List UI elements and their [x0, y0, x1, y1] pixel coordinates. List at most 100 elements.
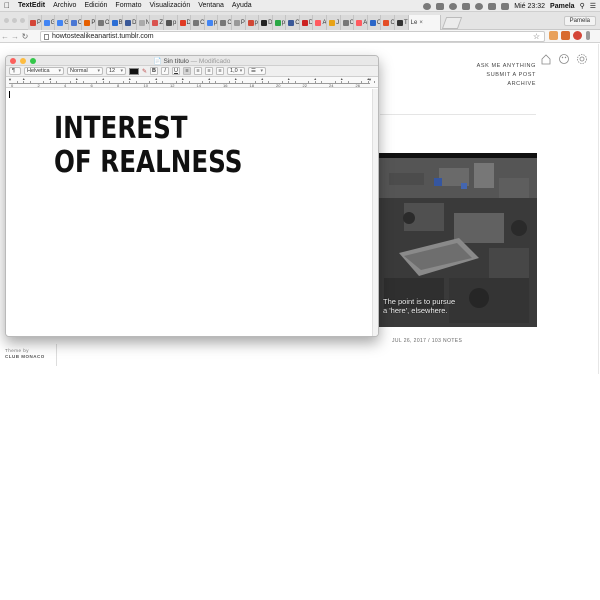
tab-stop-marker-icon[interactable]: ▲: [287, 77, 290, 81]
align-right-icon[interactable]: ≡: [205, 67, 214, 75]
tab-stop-marker-icon[interactable]: ▲: [367, 77, 370, 81]
reload-icon[interactable]: ↻: [20, 32, 30, 41]
palette-icon[interactable]: [558, 53, 570, 65]
font-family-select[interactable]: Helvetica ▾: [24, 67, 64, 75]
browser-tab[interactable]: C: [367, 15, 382, 30]
tab-stop-marker-icon[interactable]: ▲: [314, 77, 317, 81]
creative-cloud-icon[interactable]: [423, 2, 432, 10]
line-spacing-select[interactable]: 1,0 ▾: [227, 67, 246, 75]
browser-tab[interactable]: D: [177, 15, 192, 30]
browser-tab[interactable]: Z: [150, 15, 164, 30]
tab-close-icon[interactable]: ×: [419, 20, 423, 26]
extension-icon-1[interactable]: [549, 31, 558, 40]
document-scrollbar[interactable]: [372, 89, 378, 336]
menubar-user[interactable]: Pamela: [550, 3, 575, 10]
new-tab-button[interactable]: [441, 17, 462, 29]
align-justify-icon[interactable]: ≡: [216, 67, 225, 75]
browser-tab[interactable]: D: [123, 15, 137, 30]
align-left-icon[interactable]: ≡: [183, 67, 192, 75]
browser-tab[interactable]: C: [218, 15, 232, 30]
tab-stop-marker-icon[interactable]: ▲: [234, 77, 237, 81]
time-machine-icon[interactable]: [449, 2, 458, 10]
menu-archivo[interactable]: Archivo: [49, 2, 80, 9]
tab-stop-marker-icon[interactable]: ▲: [208, 77, 211, 81]
browser-tab[interactable]: J: [327, 15, 341, 30]
browser-tab[interactable]: p: [245, 15, 260, 30]
menu-ayuda[interactable]: Ayuda: [228, 2, 256, 9]
font-style-select[interactable]: Normal ▾: [67, 67, 103, 75]
bluetooth-icon[interactable]: [462, 2, 471, 10]
browser-tab[interactable]: G: [41, 15, 56, 30]
chrome-menu-icon[interactable]: [586, 31, 590, 40]
nav-archive[interactable]: ARCHIVE: [477, 80, 536, 89]
profile-button[interactable]: Pamela: [563, 16, 596, 26]
bookmark-star-icon[interactable]: ☆: [533, 32, 540, 41]
browser-tab[interactable]: C: [286, 15, 300, 30]
menu-edicion[interactable]: Edición: [80, 2, 111, 9]
menu-visualizacion[interactable]: Visualización: [145, 2, 194, 9]
browser-tab[interactable]: C: [340, 15, 355, 30]
video-post[interactable]: The point is to pursue a 'here', elsewhe…: [379, 153, 537, 327]
browser-tab[interactable]: C: [191, 15, 205, 30]
zoom-window-icon[interactable]: [20, 18, 25, 23]
battery-icon[interactable]: [501, 2, 510, 10]
spotlight-icon[interactable]: ⚲: [580, 2, 585, 10]
tab-stop-marker-icon[interactable]: ▲: [181, 77, 184, 81]
browser-tab[interactable]: A: [313, 15, 328, 30]
menubar-clock[interactable]: Mié 23:32: [514, 3, 545, 10]
tab-stop-marker-icon[interactable]: ▲: [102, 77, 105, 81]
home-icon[interactable]: [540, 53, 552, 65]
close-window-icon[interactable]: [4, 18, 9, 23]
minimize-window-icon[interactable]: [12, 18, 17, 23]
forward-icon[interactable]: →: [10, 32, 20, 41]
nav-submit-a-post[interactable]: SUBMIT A POST: [477, 71, 536, 80]
paragraph-style-select[interactable]: ¶: [9, 67, 21, 75]
browser-tab[interactable]: T: [395, 15, 409, 30]
nav-ask-me-anything[interactable]: ASK ME ANYTHING: [477, 62, 536, 71]
address-bar[interactable]: howtostealikeanartist.tumblr.com ☆: [40, 31, 545, 42]
highlight-color-icon[interactable]: ✎: [142, 68, 147, 75]
tab-stop-marker-icon[interactable]: ▲: [22, 77, 25, 81]
tab-stop-marker-icon[interactable]: ▲: [128, 77, 131, 81]
footer-brand[interactable]: Theme by CLUB MONACO: [5, 348, 45, 360]
back-icon[interactable]: ←: [0, 32, 10, 41]
browser-tab[interactable]: D: [299, 15, 314, 30]
tab-stop-marker-icon[interactable]: ▲: [49, 77, 52, 81]
browser-tab[interactable]: B: [109, 15, 124, 30]
browser-tab[interactable]: C: [381, 15, 396, 30]
tab-stop-marker-icon[interactable]: ▲: [261, 77, 264, 81]
browser-tab[interactable]: P: [82, 15, 96, 30]
tab-stop-marker-icon[interactable]: ▲: [155, 77, 158, 81]
dropbox-icon[interactable]: [436, 2, 445, 10]
menu-app-name[interactable]: TextEdit: [14, 2, 49, 9]
browser-tab-active[interactable]: Le ×: [408, 15, 441, 30]
font-size-select[interactable]: 12 ▾: [106, 67, 126, 75]
browser-tab[interactable]: Nuev: [136, 15, 151, 30]
textedit-titlebar[interactable]: 📄 Sin título — Modificado: [6, 56, 378, 66]
ruler[interactable]: ▼ ▼ 0 2 4 6 8 10 12 14 16 18 20 22 24 26 ▲ ▲ ▲ ▲ ▲ ▲ ▲ ▲ ▲ ▲ ▲ ▲ ▲…: [6, 77, 378, 88]
notification-center-icon[interactable]: ☰: [590, 2, 596, 10]
tab-stop-marker-icon[interactable]: ▲: [75, 77, 78, 81]
browser-tab[interactable]: P: [28, 15, 42, 30]
browser-tab[interactable]: C: [68, 15, 83, 30]
browser-tab[interactable]: P: [231, 15, 246, 30]
menu-formato[interactable]: Formato: [111, 2, 145, 9]
menu-ventana[interactable]: Ventana: [194, 2, 228, 9]
left-indent-marker-icon[interactable]: ▼: [8, 77, 12, 82]
underline-button[interactable]: U: [172, 67, 181, 75]
document-area[interactable]: INTEREST OF REALNESS: [6, 88, 378, 336]
text-color-swatch[interactable]: [129, 67, 139, 75]
browser-tab[interactable]: G: [55, 15, 69, 30]
apple-menu-icon[interactable]: : [0, 1, 14, 10]
list-style-select[interactable]: ☰ ▾: [248, 67, 267, 75]
browser-tab[interactable]: A: [354, 15, 368, 30]
italic-button[interactable]: I: [161, 67, 170, 75]
extension-icon-2[interactable]: [561, 31, 570, 40]
settings-gear-icon[interactable]: [576, 53, 588, 65]
align-center-icon[interactable]: ≡: [194, 67, 203, 75]
page-info-icon[interactable]: [44, 33, 49, 40]
browser-tab[interactable]: O: [95, 15, 110, 30]
post-meta[interactable]: JUL 26, 2017 / 103 NOTES: [392, 338, 462, 344]
volume-icon[interactable]: [488, 2, 497, 10]
wifi-icon[interactable]: [475, 2, 484, 10]
